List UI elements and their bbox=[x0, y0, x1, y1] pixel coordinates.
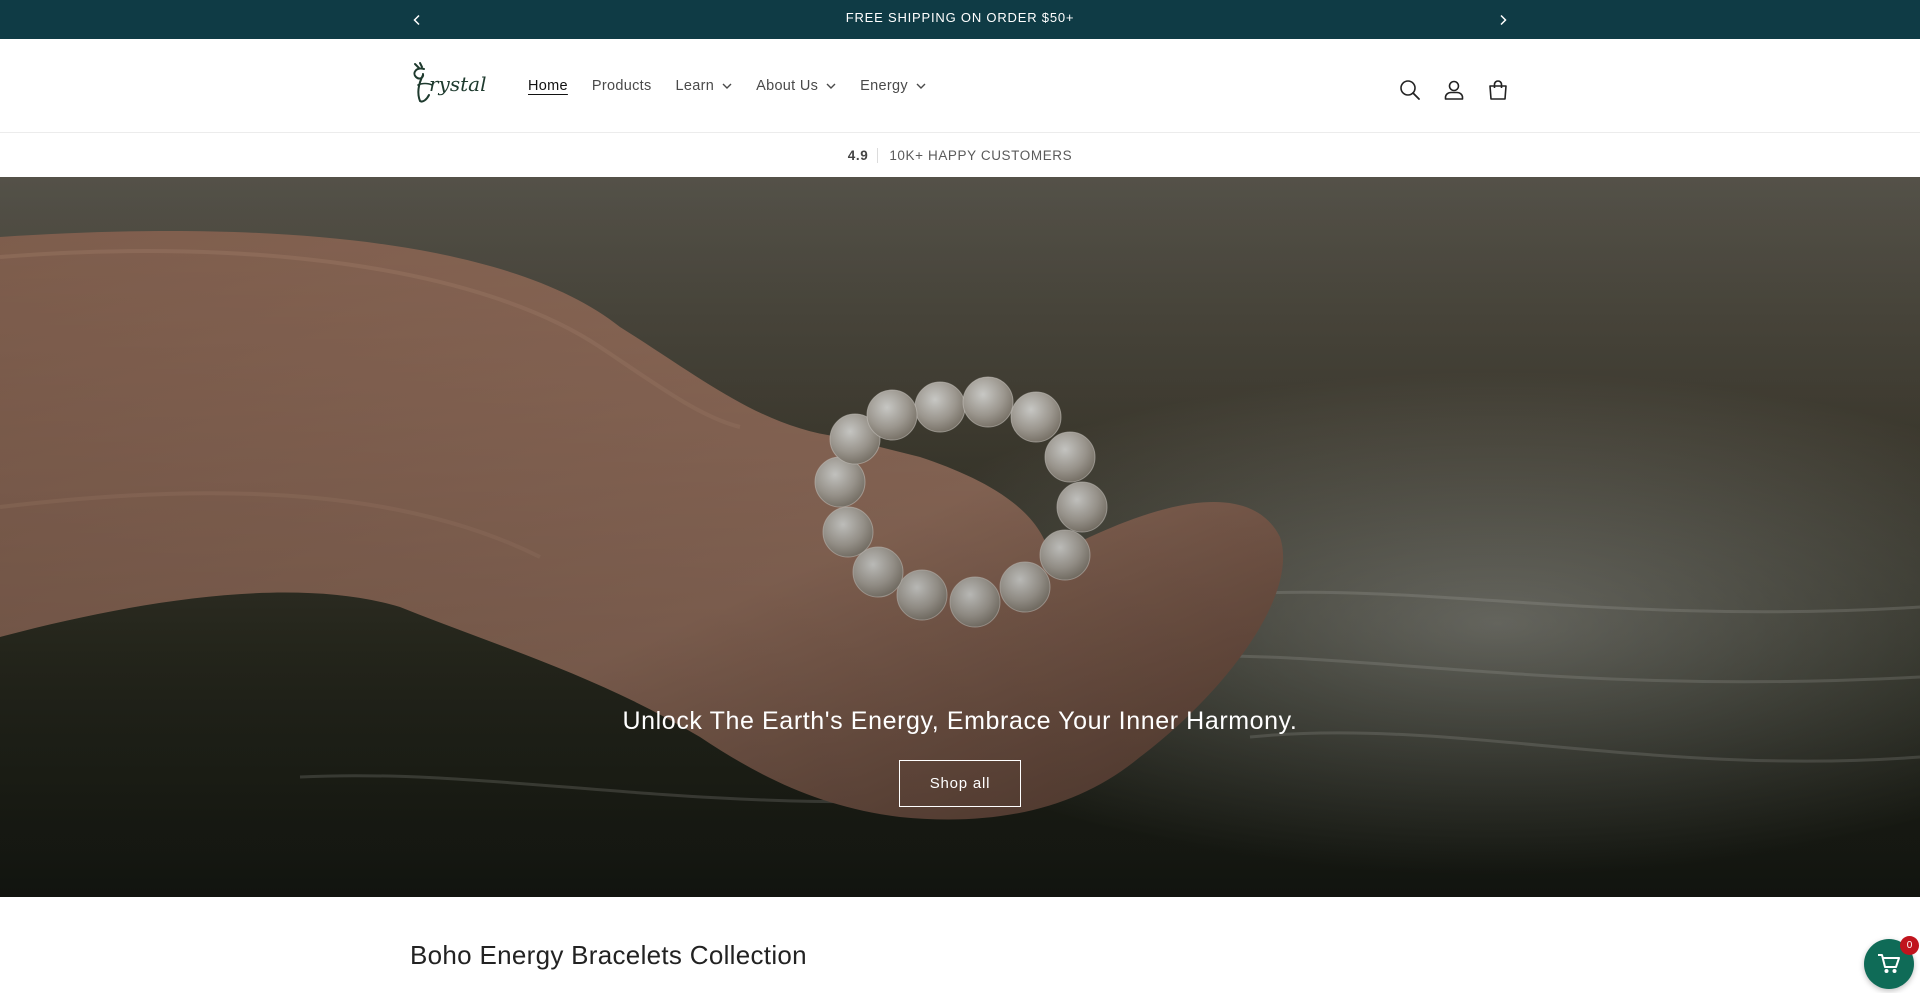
floating-cart-button[interactable]: 0 bbox=[1864, 936, 1919, 989]
site-header: rystal Home Products Learn About Us Ener… bbox=[0, 39, 1920, 133]
cart-button[interactable] bbox=[1476, 68, 1520, 112]
rating-bar: 4.9 10K+ HAPPY CUSTOMERS bbox=[0, 134, 1920, 177]
main-nav: Home Products Learn About Us Energy bbox=[528, 39, 950, 133]
chevron-down-icon bbox=[722, 83, 732, 89]
cart-icon bbox=[1489, 80, 1507, 100]
search-icon bbox=[1400, 80, 1420, 100]
search-button[interactable] bbox=[1388, 68, 1432, 112]
collection-title: Boho Energy Bracelets Collection bbox=[410, 940, 807, 970]
nav-home[interactable]: Home bbox=[528, 78, 568, 94]
svg-text:rystal: rystal bbox=[429, 72, 486, 96]
chevron-down-icon bbox=[826, 83, 836, 89]
logo[interactable]: rystal bbox=[410, 61, 500, 105]
announcement-text: FREE SHIPPING ON ORDER $50+ bbox=[845, 10, 1075, 25]
hero-tagline: Unlock The Earth's Energy, Embrace Your … bbox=[622, 707, 1298, 735]
chevron-right-icon bbox=[1500, 14, 1507, 25]
nav-products[interactable]: Products bbox=[592, 78, 652, 94]
nav-home-label: Home bbox=[528, 78, 568, 94]
chevron-down-icon bbox=[916, 83, 926, 89]
nav-energy-label: Energy bbox=[860, 78, 908, 94]
nav-products-label: Products bbox=[591, 78, 652, 94]
announcement-next-button[interactable] bbox=[1488, 0, 1518, 39]
shopping-cart-icon bbox=[1878, 954, 1900, 973]
shop-all-button[interactable]: Shop all bbox=[899, 760, 1021, 807]
hero-banner: Unlock The Earth's Energy, Embrace Your … bbox=[0, 177, 1920, 897]
rating-text: 10K+ HAPPY CUSTOMERS bbox=[889, 148, 1073, 163]
rating-score: 4.9 bbox=[848, 148, 879, 163]
cart-count-badge: 0 bbox=[1900, 936, 1919, 955]
crystal-logo-icon: rystal bbox=[413, 62, 486, 103]
nav-energy[interactable]: Energy bbox=[860, 78, 926, 94]
announcement-bar: FREE SHIPPING ON ORDER $50+ bbox=[0, 0, 1920, 39]
nav-learn[interactable]: Learn bbox=[676, 78, 733, 94]
account-button[interactable] bbox=[1432, 68, 1476, 112]
account-icon bbox=[1444, 80, 1464, 100]
nav-about-us[interactable]: About Us bbox=[756, 78, 836, 94]
nav-learn-label: Learn bbox=[675, 78, 715, 94]
nav-about-us-label: About Us bbox=[756, 78, 819, 94]
header-icons bbox=[1388, 68, 1520, 112]
